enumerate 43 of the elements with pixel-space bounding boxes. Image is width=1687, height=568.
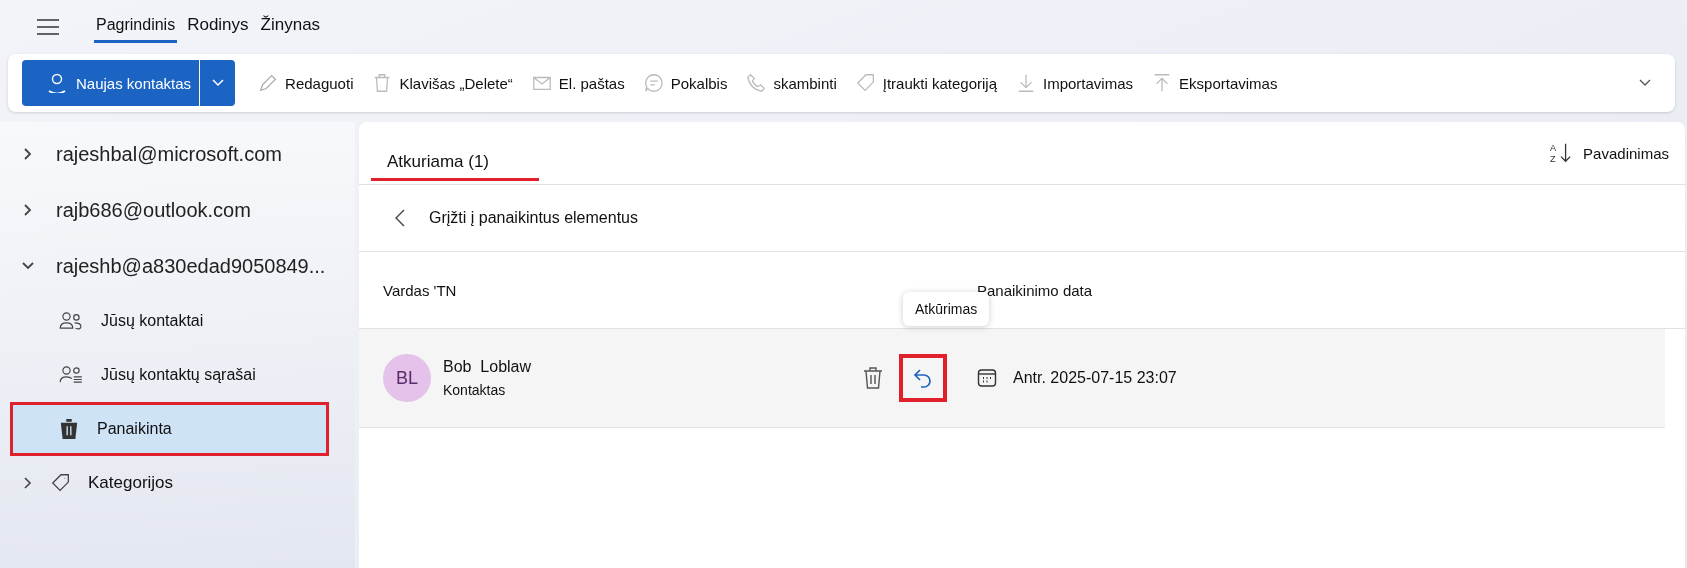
folder-item[interactable]: Panaikinta [10, 402, 329, 456]
contact-name: Bob Loblaw [443, 358, 532, 376]
toolbar-button[interactable]: Įtraukti kategoriją [850, 72, 1001, 94]
menu-tab[interactable]: Pagrindinis [94, 11, 178, 43]
people-icon [59, 312, 83, 330]
folder-item[interactable]: Jūsų kontaktų sąrašai [10, 348, 329, 402]
tag-icon [50, 472, 72, 494]
toolbar-button[interactable]: skambinti [741, 72, 841, 94]
toolbar-button[interactable]: Redaguoti [253, 72, 358, 94]
contact-icon [46, 73, 68, 93]
account-item[interactable]: rajeshb@a830edad9050849... [0, 238, 355, 294]
restore-button[interactable] [899, 354, 947, 402]
folder-item[interactable]: Jūsų kontaktai [10, 294, 329, 348]
menu-tab[interactable]: Žinynas [258, 10, 323, 44]
tag-icon [854, 72, 877, 94]
phone-icon [745, 72, 768, 94]
chevron-down-icon [211, 79, 224, 87]
toolbar-button[interactable]: Pokalbis [638, 72, 732, 94]
avatar: BL [383, 354, 431, 402]
trash-icon [862, 366, 884, 390]
account-item[interactable]: rajb686@outlook.com [0, 182, 355, 238]
toolbar-button[interactable]: Importavimas [1011, 72, 1138, 94]
calendar-icon [977, 368, 997, 388]
new-contact-button[interactable]: Naujas kontaktas [22, 60, 200, 106]
people-list-icon [59, 366, 83, 384]
chevron-down-icon[interactable] [1639, 79, 1651, 87]
account-item[interactable]: rajeshbal@microsoft.com [0, 126, 355, 182]
trash-icon [59, 418, 79, 440]
chevron-left-icon [395, 209, 405, 227]
back-link[interactable]: Grįžti į panaikintus elementus [395, 209, 638, 227]
dropdown-button[interactable] [199, 60, 236, 106]
categories-item[interactable]: Kategorijos [0, 456, 355, 510]
contact-type: Kontaktas [443, 382, 507, 398]
toolbar-button[interactable]: El. paštas [526, 72, 629, 94]
menu-tab[interactable]: Rodinys [185, 10, 251, 44]
chat-icon [642, 72, 665, 94]
toolbar-button[interactable]: Klavišas „Delete“ [367, 72, 517, 94]
restore-tab[interactable]: Atkuriama (1) [371, 139, 540, 181]
undo-arrow-icon [913, 368, 933, 388]
deletion-date: Antr. 2025-07-15 23:07 [1013, 369, 1177, 387]
menu-icon[interactable] [36, 18, 60, 36]
sort-button[interactable]: A Z Pavadinimas [1549, 142, 1669, 164]
toolbar-button[interactable]: Eksportavimas [1147, 72, 1282, 94]
